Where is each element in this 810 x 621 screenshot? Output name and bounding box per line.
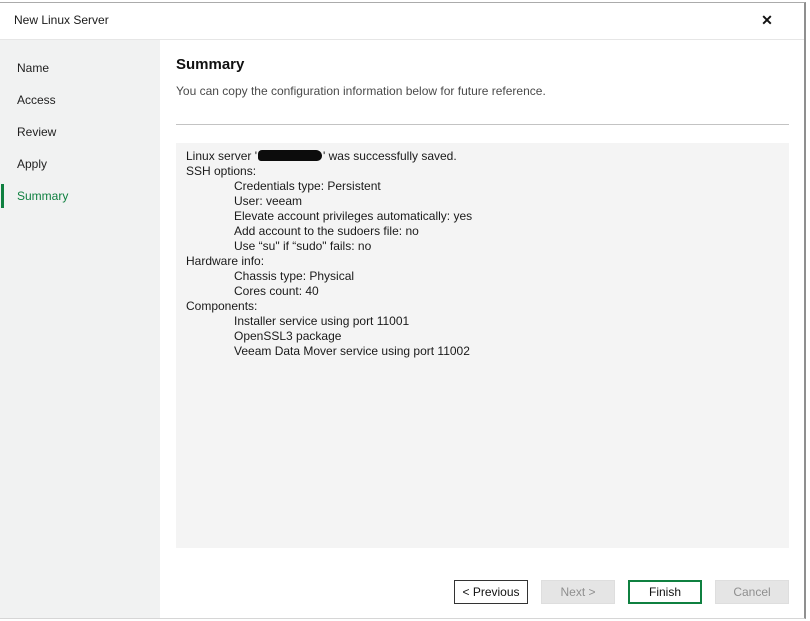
summary-line: Credentials type: Persistent <box>186 179 779 194</box>
sidebar-item-label: Review <box>17 125 56 139</box>
summary-line: Elevate account privileges automatically… <box>186 209 779 224</box>
sidebar-item-access[interactable]: Access <box>0 84 160 116</box>
next-button: Next > <box>541 580 615 604</box>
sidebar-item-name[interactable]: Name <box>0 52 160 84</box>
main-panel: Summary You can copy the configuration i… <box>160 40 804 618</box>
window-title: New Linux Server <box>14 13 109 27</box>
redacted-server-name <box>258 150 322 161</box>
sidebar-item-review[interactable]: Review <box>0 116 160 148</box>
summary-line: Add account to the sudoers file: no <box>186 224 779 239</box>
window-body: Name Access Review Apply Summary Summary You… <box>0 40 804 618</box>
saved-line-prefix: Linux server ' <box>186 149 257 163</box>
new-linux-server-wizard: New Linux Server ✕ Name Access Review Apply… <box>0 2 806 619</box>
summary-line: Veeam Data Mover service using port 1100… <box>186 344 779 359</box>
sidebar-item-label: Name <box>17 61 49 75</box>
sidebar-item-label: Access <box>17 93 56 107</box>
header-divider <box>176 124 789 125</box>
summary-line: Hardware info: <box>186 254 779 269</box>
wizard-steps-sidebar: Name Access Review Apply Summary <box>0 40 160 618</box>
summary-box: Linux server '' was successfully saved. … <box>176 143 789 548</box>
summary-line: User: veeam <box>186 194 779 209</box>
saved-line-suffix: ' was successfully saved. <box>323 149 457 163</box>
summary-line: Cores count: 40 <box>186 284 779 299</box>
sidebar-item-label: Apply <box>17 157 47 171</box>
summary-line: SSH options: <box>186 164 779 179</box>
summary-line: Chassis type: Physical <box>186 269 779 284</box>
summary-line: Components: <box>186 299 779 314</box>
active-step-indicator <box>1 184 4 208</box>
finish-button[interactable]: Finish <box>628 580 702 604</box>
summary-line-saved: Linux server ' ' was successfully saved. <box>186 149 779 164</box>
sidebar-item-apply[interactable]: Apply <box>0 148 160 180</box>
previous-button[interactable]: < Previous <box>454 580 528 604</box>
sidebar-item-summary[interactable]: Summary <box>0 180 160 212</box>
summary-line: Use “su" if “sudo" fails: no <box>186 239 779 254</box>
sidebar-item-label: Summary <box>17 189 68 203</box>
wizard-footer-buttons: < Previous Next > Finish Cancel <box>441 580 789 604</box>
summary-line: Installer service using port 11001 <box>186 314 779 329</box>
cancel-button: Cancel <box>715 580 789 604</box>
title-bar: New Linux Server ✕ <box>0 3 804 40</box>
close-icon[interactable]: ✕ <box>758 11 776 29</box>
summary-line: OpenSSL3 package <box>186 329 779 344</box>
page-title: Summary <box>176 56 789 74</box>
page-subtitle: You can copy the configuration informati… <box>176 84 789 98</box>
